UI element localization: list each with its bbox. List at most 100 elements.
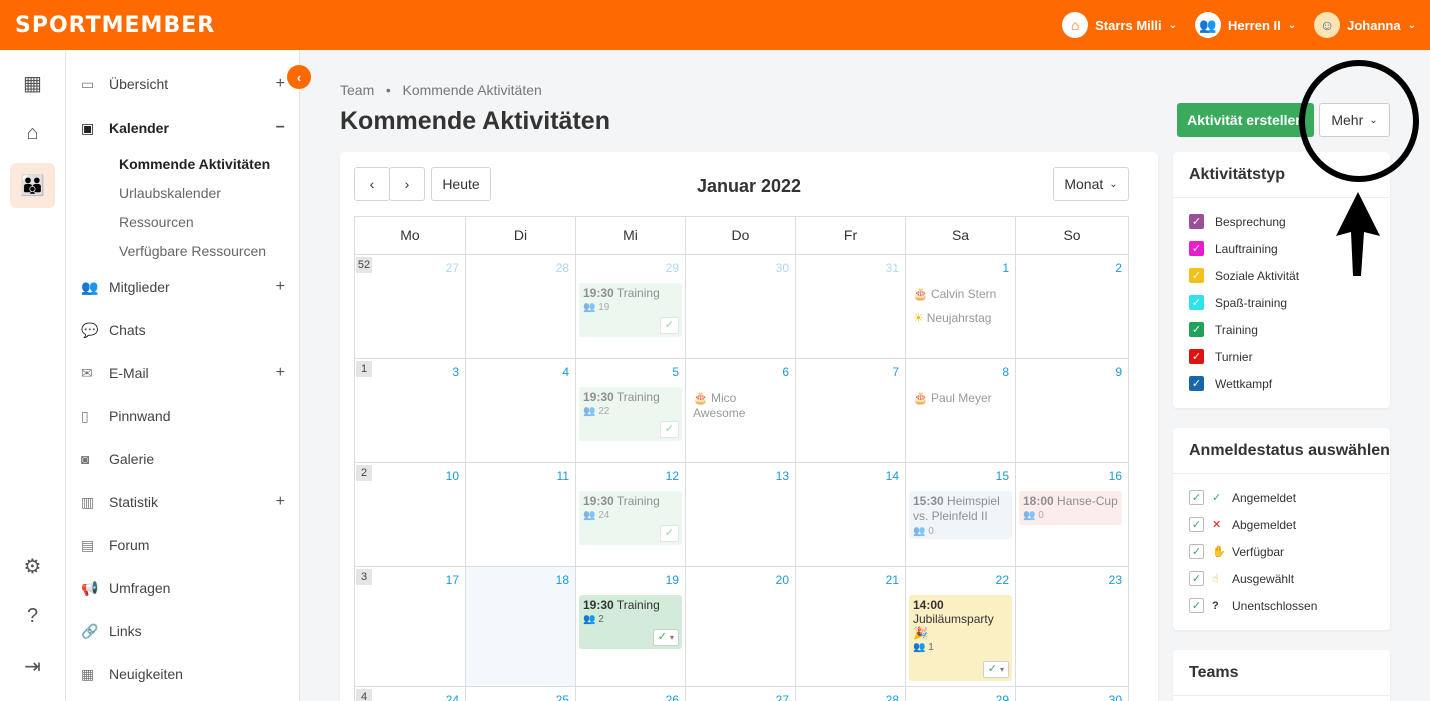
day-cell[interactable]: 12 19:30 Training 👥 24 ✓	[576, 463, 686, 566]
checkbox-checked-icon[interactable]: ✓	[1189, 349, 1204, 364]
sidebar-item-email[interactable]: ✉ E-Mail +	[81, 361, 291, 385]
holiday-entry[interactable]: ☀ Neujahrstag	[913, 311, 991, 325]
club-switcher[interactable]: ⌂ Starrs Milli ⌄	[1062, 12, 1177, 38]
day-cell[interactable]: 1 🎂 Calvin Stern ☀ Neujahrstag	[906, 255, 1016, 358]
day-cell[interactable]: 2 10	[355, 463, 466, 566]
status-check-button[interactable]: ✓	[659, 317, 679, 334]
day-cell[interactable]: 19 19:30 Training 👥 2 ✓ ▾	[576, 567, 686, 686]
collapse-icon[interactable]: −	[276, 119, 285, 137]
event-training[interactable]: 19:30 Training 👥 2 ✓ ▾	[579, 595, 682, 649]
sidebar-item-gallery[interactable]: ◙ Galerie	[81, 447, 291, 471]
day-cell[interactable]: 22 14:00 Jubiläumsparty 🎉 👥 1 ✓ ▾	[906, 567, 1016, 686]
status-filter-ausgewaehlt[interactable]: ✓ ☝ Ausgewählt	[1189, 571, 1294, 586]
day-cell[interactable]: 52 27	[355, 255, 466, 358]
team-icon[interactable]: 👪	[10, 163, 55, 208]
gear-icon[interactable]: ⚙	[10, 544, 55, 589]
sidebar-item-calendar[interactable]: ▣ Kalender −	[81, 116, 291, 140]
checkbox-checked-icon[interactable]: ✓	[1189, 571, 1204, 586]
status-dropdown-button[interactable]: ✓ ▾	[652, 629, 679, 646]
day-cell[interactable]: 30	[1016, 687, 1128, 701]
day-cell[interactable]: 28	[796, 687, 906, 701]
filter-besprechung[interactable]: ✓ Besprechung	[1189, 214, 1286, 229]
home-icon[interactable]: ⌂	[10, 111, 55, 156]
checkbox-checked-icon[interactable]: ✓	[1189, 376, 1204, 391]
day-cell[interactable]: 8 🎂 Paul Meyer	[906, 359, 1016, 462]
filter-soziale-aktivitaet[interactable]: ✓ Soziale Aktivität	[1189, 268, 1299, 283]
user-menu[interactable]: ☺ Johanna ⌄	[1314, 12, 1416, 38]
day-cell[interactable]: 23	[1016, 567, 1128, 686]
birthday-entry[interactable]: 🎂 Calvin Stern	[913, 287, 996, 301]
status-filter-verfuegbar[interactable]: ✓ ✋ Verfügbar	[1189, 544, 1284, 559]
sidebar-item-members[interactable]: 👥 Mitglieder +	[81, 275, 291, 299]
logout-icon[interactable]: ⇥	[10, 644, 55, 689]
event-training[interactable]: 19:30 Training 👥 22 ✓	[579, 387, 682, 441]
event-training[interactable]: 19:30 Training 👥 19 ✓	[579, 283, 682, 337]
status-filter-unentschlossen[interactable]: ✓? Unentschlossen	[1189, 598, 1317, 613]
expand-icon[interactable]: +	[276, 278, 285, 296]
day-cell[interactable]: 6 🎂 Mico Awesome	[686, 359, 796, 462]
day-cell[interactable]: 11	[466, 463, 576, 566]
day-cell[interactable]: 29 19:30 Training 👥 19 ✓	[576, 255, 686, 358]
day-cell[interactable]: 3 17	[355, 567, 466, 686]
day-cell[interactable]: 1 3	[355, 359, 466, 462]
sidebar-sub-resources[interactable]: Ressourcen	[119, 214, 194, 230]
create-activity-button[interactable]: Aktivität erstellen	[1177, 103, 1314, 137]
day-cell[interactable]: 5 19:30 Training 👥 22 ✓	[576, 359, 686, 462]
expand-icon[interactable]: +	[276, 493, 285, 511]
checkbox-checked-icon[interactable]: ✓	[1189, 598, 1204, 613]
expand-icon[interactable]: +	[276, 75, 285, 93]
day-cell[interactable]: 4	[466, 359, 576, 462]
filter-turnier[interactable]: ✓ Turnier	[1189, 349, 1253, 364]
club-building-icon[interactable]: ▦	[10, 61, 55, 106]
sidebar-item-forum[interactable]: ▤ Forum	[81, 533, 291, 557]
status-check-button[interactable]: ✓	[659, 421, 679, 438]
day-cell[interactable]: 30	[686, 255, 796, 358]
day-cell[interactable]: 31	[796, 255, 906, 358]
day-cell[interactable]: 21	[796, 567, 906, 686]
checkbox-checked-icon[interactable]: ✓	[1189, 490, 1204, 505]
sidebar-item-overview[interactable]: ▭ Übersicht +	[81, 72, 291, 96]
checkbox-checked-icon[interactable]: ✓	[1189, 544, 1204, 559]
checkbox-checked-icon[interactable]: ✓	[1189, 322, 1204, 337]
sidebar-item-links[interactable]: 🔗 Links	[81, 619, 291, 643]
more-button[interactable]: Mehr ⌄	[1319, 103, 1390, 137]
day-cell[interactable]: 25	[466, 687, 576, 701]
day-cell[interactable]: 29	[906, 687, 1016, 701]
status-dropdown-button[interactable]: ✓ ▾	[982, 661, 1009, 678]
sidebar-sub-vacation[interactable]: Urlaubskalender	[119, 185, 221, 201]
day-cell[interactable]: 27	[686, 687, 796, 701]
sidebar-item-news[interactable]: ▦ Neuigkeiten	[81, 662, 291, 686]
help-icon[interactable]: ?	[10, 594, 55, 639]
day-cell[interactable]: 13	[686, 463, 796, 566]
day-cell[interactable]: 20	[686, 567, 796, 686]
status-filter-abgemeldet[interactable]: ✓ ✕ Abgemeldet	[1189, 517, 1296, 532]
day-cell-today[interactable]: 18	[466, 567, 576, 686]
filter-lauftraining[interactable]: ✓ Lauftraining	[1189, 241, 1278, 256]
sidebar-item-board[interactable]: ▯ Pinnwand	[81, 404, 291, 428]
event-party[interactable]: 14:00 Jubiläumsparty 🎉 👥 1 ✓ ▾	[909, 595, 1012, 681]
day-cell[interactable]: 7	[796, 359, 906, 462]
day-cell[interactable]: 28	[466, 255, 576, 358]
checkbox-checked-icon[interactable]: ✓	[1189, 241, 1204, 256]
checkbox-checked-icon[interactable]: ✓	[1189, 517, 1204, 532]
day-cell[interactable]: 16 18:00 Hanse-Cup 👥 0	[1016, 463, 1128, 566]
day-cell[interactable]: 15 15:30 Heimspiel vs. Pleinfeld II 👥 0	[906, 463, 1016, 566]
app-logo[interactable]: SPORTMEMBER	[15, 13, 215, 38]
filter-training[interactable]: ✓ Training	[1189, 322, 1258, 337]
status-check-button[interactable]: ✓	[659, 525, 679, 542]
checkbox-checked-icon[interactable]: ✓	[1189, 214, 1204, 229]
day-cell[interactable]: 4 24	[355, 687, 466, 701]
event-home-game[interactable]: 15:30 Heimspiel vs. Pleinfeld II 👥 0	[909, 491, 1012, 539]
sidebar-item-chats[interactable]: 💬 Chats	[81, 318, 291, 342]
day-cell[interactable]: 26	[576, 687, 686, 701]
day-cell[interactable]: 14	[796, 463, 906, 566]
sidebar-item-polls[interactable]: 📢 Umfragen	[81, 576, 291, 600]
day-cell[interactable]: 9	[1016, 359, 1128, 462]
birthday-entry[interactable]: 🎂 Mico Awesome	[693, 391, 773, 421]
expand-icon[interactable]: +	[276, 364, 285, 382]
team-switcher[interactable]: 👥 Herren II ⌄	[1195, 12, 1296, 38]
sidebar-collapse-button[interactable]: ‹	[287, 65, 311, 89]
checkbox-checked-icon[interactable]: ✓	[1189, 268, 1204, 283]
sidebar-sub-upcoming[interactable]: Kommende Aktivitäten	[119, 156, 270, 172]
event-training[interactable]: 19:30 Training 👥 24 ✓	[579, 491, 682, 545]
